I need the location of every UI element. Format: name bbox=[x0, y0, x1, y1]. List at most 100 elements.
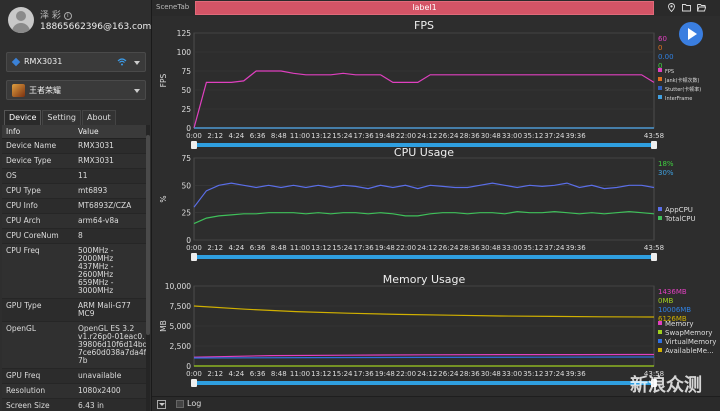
x-tick-label: 24:12 bbox=[417, 244, 437, 252]
table-cell-value: unavailable bbox=[78, 371, 122, 380]
legend-label: AppCPU bbox=[665, 206, 693, 214]
x-tick-label: 19:48 bbox=[375, 132, 395, 140]
column-header-info: Info bbox=[6, 127, 21, 136]
table-body: Device Name RMX3031 Device Type RMX3031 OS 11… bbox=[2, 139, 146, 411]
scene-tab[interactable]: SceneTab bbox=[156, 3, 189, 11]
table-row: Device Type RMX3031 bbox=[2, 154, 146, 169]
x-tick-label: 11:00 bbox=[290, 132, 310, 140]
table-cell-value: ARM Mali-G77 MC9 bbox=[78, 301, 131, 318]
avatar[interactable] bbox=[8, 7, 34, 33]
current-value: 30% bbox=[658, 169, 674, 177]
sidebar: 泽 彩i 18865662396@163.com RMX3031 王者荣耀 De… bbox=[0, 0, 152, 411]
table-cell-info: CPU Info bbox=[6, 201, 38, 210]
x-tick-label: 11:00 bbox=[290, 370, 310, 378]
y-tick-label: 100 bbox=[177, 48, 192, 57]
x-tick-label: 15:24 bbox=[332, 132, 353, 140]
table-scrollbar[interactable] bbox=[146, 125, 150, 411]
plot-frame bbox=[193, 157, 655, 241]
time-range-slider bbox=[194, 255, 654, 259]
table-row: CPU Type mt6893 bbox=[2, 184, 146, 199]
x-tick-label: 4:24 bbox=[229, 132, 245, 140]
table-cell-info: CPU Freq bbox=[6, 246, 40, 255]
chart-title: CPU Usage bbox=[394, 146, 454, 159]
scene-label-bar[interactable]: label1 bbox=[195, 1, 654, 15]
y-tick-label: 50 bbox=[181, 181, 191, 190]
legend-swatch bbox=[658, 95, 662, 99]
device-info-table: Info Value Device Name RMX3031 Device Type… bbox=[2, 125, 146, 411]
info-icon[interactable]: i bbox=[63, 11, 72, 20]
table-cell-value: 500MHz - 2000MHz 437MHz - 2600MHz 659MHz… bbox=[78, 246, 114, 295]
slider-handle-start bbox=[191, 379, 197, 387]
x-tick-label: 17:36 bbox=[354, 370, 375, 378]
table-cell-value: 1080x2400 bbox=[78, 386, 121, 395]
x-tick-label: 37:24 bbox=[544, 244, 565, 252]
x-tick-label: 13:12 bbox=[311, 132, 331, 140]
x-tick-label: 30:48 bbox=[481, 132, 501, 140]
scrollbar-thumb[interactable] bbox=[146, 135, 150, 335]
legend-label: SwapMemory bbox=[665, 329, 712, 337]
table-cell-info: Screen Size bbox=[6, 401, 50, 410]
watermark-logo: 新浪众测 bbox=[630, 375, 702, 396]
collapse-log-button[interactable] bbox=[157, 400, 166, 409]
table-cell-info: OpenGL bbox=[6, 324, 37, 333]
legend-swatch bbox=[658, 77, 662, 81]
x-tick-label: 22:00 bbox=[396, 370, 416, 378]
y-tick-label: 50 bbox=[181, 86, 191, 95]
user-name-text: 泽 彩 bbox=[40, 11, 61, 21]
x-tick-label: 26:24 bbox=[438, 370, 459, 378]
table-cell-value: 11 bbox=[78, 171, 88, 180]
current-value: 0MB bbox=[658, 297, 673, 305]
x-tick-label: 15:24 bbox=[332, 244, 353, 252]
chart-title: Memory Usage bbox=[383, 273, 466, 286]
table-row: Screen Size 6.43 in bbox=[2, 399, 146, 411]
legend-swatch bbox=[658, 216, 662, 220]
device-select-value: RMX3031 bbox=[24, 57, 63, 66]
slider-handle-start bbox=[191, 253, 197, 261]
table-cell-value: 6.43 in bbox=[78, 401, 104, 410]
x-tick-label: 28:36 bbox=[460, 244, 481, 252]
y-tick-label: 25 bbox=[181, 105, 191, 114]
legend-label: VirtualMemory bbox=[665, 338, 716, 346]
folder-open-icon[interactable] bbox=[697, 3, 706, 12]
x-tick-label: 37:24 bbox=[544, 132, 565, 140]
log-checkbox[interactable] bbox=[176, 400, 184, 408]
y-tick-label: 10,000 bbox=[165, 282, 191, 291]
folder-icon[interactable] bbox=[682, 3, 691, 12]
y-tick-label: 7,500 bbox=[170, 302, 192, 311]
y-tick-label: 5,000 bbox=[170, 322, 192, 331]
current-value: 18% bbox=[658, 160, 674, 168]
x-tick-label: 4:24 bbox=[229, 244, 245, 252]
x-tick-label: 0:00 bbox=[186, 370, 202, 378]
x-tick-label: 4:24 bbox=[229, 370, 245, 378]
series-line bbox=[193, 70, 655, 129]
play-button[interactable] bbox=[679, 22, 703, 46]
device-select[interactable]: RMX3031 bbox=[6, 52, 146, 72]
x-tick-label: 26:24 bbox=[438, 132, 459, 140]
x-tick-label: 17:36 bbox=[354, 132, 375, 140]
x-tick-label: 6:36 bbox=[250, 132, 266, 140]
x-tick-label: 37:24 bbox=[544, 370, 565, 378]
tab-device[interactable]: Device bbox=[4, 110, 42, 125]
x-tick-label: 28:36 bbox=[460, 132, 481, 140]
x-tick-label: 24:12 bbox=[417, 132, 437, 140]
chevron-down-icon bbox=[134, 89, 140, 93]
legend-swatch bbox=[658, 321, 662, 325]
table-row: CPU Info MT6893Z/CZA bbox=[2, 199, 146, 214]
x-tick-label: 15:24 bbox=[332, 370, 353, 378]
x-tick-label: 39:36 bbox=[566, 370, 587, 378]
x-tick-label: 2:12 bbox=[207, 244, 223, 252]
x-tick-label: 33:00 bbox=[502, 132, 522, 140]
x-tick-label: 28:36 bbox=[460, 370, 481, 378]
table-cell-value: RMX3031 bbox=[78, 141, 114, 150]
chart-title: FPS bbox=[414, 19, 434, 32]
tab-setting[interactable]: Setting bbox=[42, 110, 82, 125]
legend-swatch bbox=[658, 207, 662, 211]
table-cell-value: MT6893Z/CZA bbox=[78, 201, 132, 210]
table-cell-value: mt6893 bbox=[78, 186, 108, 195]
tab-about[interactable]: About bbox=[82, 110, 116, 125]
y-axis-label: MB bbox=[159, 320, 168, 332]
table-row: GPU Type ARM Mali-G77 MC9 bbox=[2, 299, 146, 322]
app-select[interactable]: 王者荣耀 bbox=[6, 80, 146, 100]
location-pin-icon[interactable] bbox=[667, 3, 676, 12]
table-header: Info Value bbox=[2, 125, 146, 139]
